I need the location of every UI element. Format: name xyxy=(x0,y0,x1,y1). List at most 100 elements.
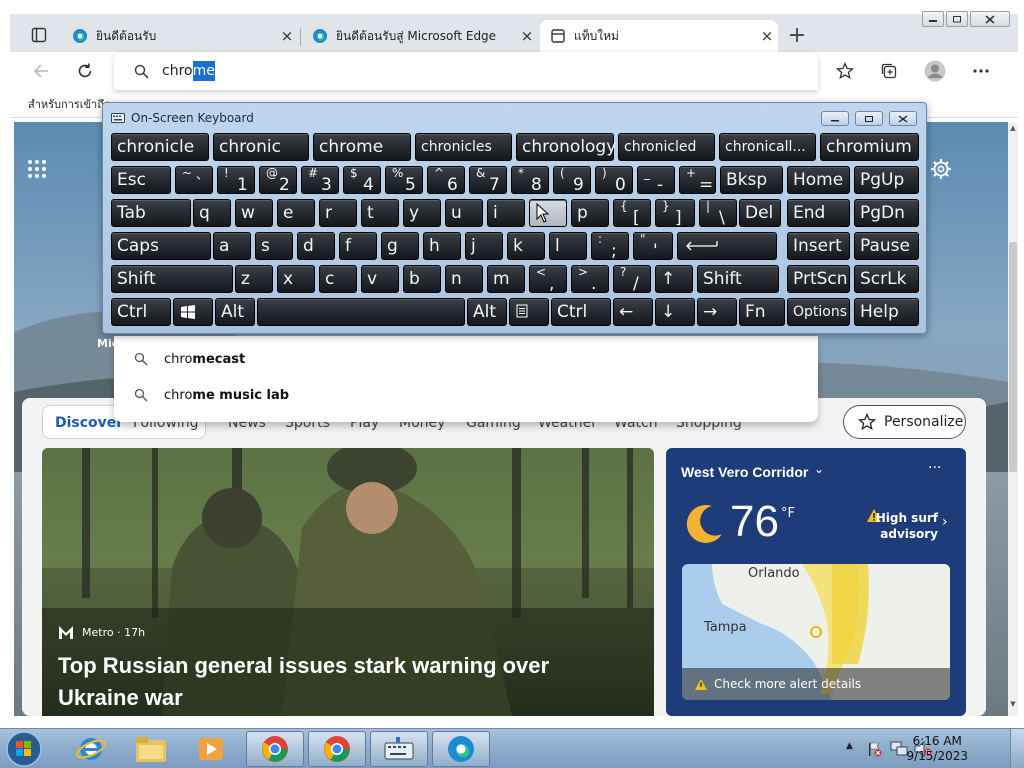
key[interactable]: ↑ xyxy=(655,265,693,293)
key[interactable]: <, xyxy=(529,265,567,294)
page-scrollbar[interactable]: ▲ ▼ xyxy=(1008,122,1018,716)
profile-avatar-icon[interactable] xyxy=(922,58,948,84)
key[interactable]: p xyxy=(571,199,609,227)
tab-welcome-edge[interactable]: ยินดีต้อนรับสู่ Microsoft Edge × xyxy=(302,20,538,52)
tab-welcome[interactable]: ยินดีต้อนรับ × xyxy=(62,20,298,52)
restore-icon[interactable] xyxy=(946,11,968,27)
minimize-icon[interactable] xyxy=(922,11,944,27)
prediction-key[interactable]: chronology xyxy=(516,133,616,161)
prediction-key[interactable]: chronicle xyxy=(111,133,209,161)
taskbar-chrome-2[interactable] xyxy=(308,731,366,767)
osk-minimize-icon[interactable] xyxy=(821,111,849,126)
key[interactable]: | \ xyxy=(699,199,737,228)
prediction-key[interactable]: chronicled xyxy=(618,133,715,161)
address-bar[interactable]: chro me xyxy=(114,52,818,90)
key[interactable]: + = xyxy=(679,166,716,195)
key[interactable]: Caps xyxy=(111,232,211,260)
key[interactable]: g xyxy=(381,232,419,260)
key[interactable]: m xyxy=(487,265,525,293)
space-key[interactable] xyxy=(257,298,465,326)
key[interactable]: (9 xyxy=(553,166,591,195)
news-article-card[interactable]: Metro · 17h Top Russian general issues s… xyxy=(42,448,654,716)
key[interactable]: PrtScn xyxy=(787,265,850,293)
key[interactable]: s xyxy=(255,232,293,260)
key[interactable]: r xyxy=(319,199,357,227)
enter-key[interactable] xyxy=(677,232,777,260)
address-input[interactable]: chro me xyxy=(162,61,215,81)
key[interactable]: }] xyxy=(655,199,695,228)
taskbar-file-explorer[interactable] xyxy=(122,731,180,767)
close-tab-icon[interactable]: × xyxy=(756,27,778,45)
key[interactable]: k xyxy=(507,232,545,260)
key[interactable]: * 8 xyxy=(511,166,549,195)
key[interactable]: t xyxy=(361,199,399,227)
key[interactable]: Shift xyxy=(697,265,779,293)
network-icon[interactable] xyxy=(890,741,908,757)
prediction-key[interactable]: chromium xyxy=(820,133,919,161)
osk-close-icon[interactable] xyxy=(889,111,917,126)
new-tab-button[interactable]: + xyxy=(784,22,810,48)
key[interactable]: Pause xyxy=(854,232,919,260)
key[interactable]: c xyxy=(319,265,357,293)
scroll-down-arrow-icon[interactable]: ▼ xyxy=(1009,700,1017,710)
key[interactable]: Tab xyxy=(111,199,191,227)
prediction-key[interactable]: chrome xyxy=(313,133,411,161)
key[interactable]: Alt xyxy=(215,298,255,326)
key[interactable]: End xyxy=(787,199,850,227)
alert-details-bar[interactable]: Check more alert details xyxy=(682,668,950,700)
show-desktop-button[interactable] xyxy=(1010,729,1024,768)
weather-map[interactable]: Orlando Tampa Check more alert details xyxy=(682,564,950,700)
key[interactable]: Ctrl xyxy=(551,298,611,326)
taskbar-on-screen-keyboard[interactable] xyxy=(370,731,428,767)
close-tab-icon[interactable]: × xyxy=(516,27,538,45)
tab-new-tab[interactable]: แท็บใหม่ × xyxy=(540,20,778,52)
collections-icon[interactable] xyxy=(876,58,902,84)
key[interactable]: Del xyxy=(739,199,781,227)
key[interactable]: ScrLk xyxy=(854,265,919,293)
key[interactable]: f xyxy=(339,232,377,260)
key[interactable]: u xyxy=(445,199,483,227)
key[interactable]: i xyxy=(487,199,525,227)
key[interactable]: {[ xyxy=(613,199,651,228)
back-icon[interactable] xyxy=(28,58,54,84)
key[interactable]: ? / xyxy=(613,265,651,294)
key[interactable]: ) 0 xyxy=(595,166,633,195)
key[interactable]: Bksp xyxy=(720,166,783,194)
weather-card[interactable]: West Vero Corridor ⌄ ··· 76 °F High surf… xyxy=(666,448,966,716)
weather-alert[interactable]: High surf advisory xyxy=(864,510,938,542)
key[interactable]: z xyxy=(235,265,273,293)
key[interactable]: h xyxy=(423,232,461,260)
key[interactable]: ! 1 xyxy=(217,166,255,195)
key[interactable]: % 5 xyxy=(385,166,423,195)
key[interactable]: e xyxy=(277,199,315,227)
key[interactable]: d xyxy=(297,232,335,260)
menu-key[interactable] xyxy=(509,298,549,326)
show-hidden-icons-icon[interactable]: ▲ xyxy=(846,741,853,751)
chevron-down-icon[interactable]: ⌄ xyxy=(814,462,824,476)
page-settings-gear-icon[interactable] xyxy=(930,158,952,180)
scroll-up-arrow-icon[interactable]: ▲ xyxy=(1009,124,1017,132)
key[interactable]: ↓ xyxy=(655,298,695,326)
key[interactable]: :; xyxy=(591,232,629,261)
start-button[interactable] xyxy=(2,731,46,767)
tab-discover[interactable]: Discover xyxy=(55,415,123,431)
key[interactable]: w xyxy=(235,199,273,227)
personalize-button[interactable]: Personalize xyxy=(843,405,966,439)
key[interactable]: " ' xyxy=(633,232,673,261)
key[interactable]: Fn xyxy=(739,298,785,326)
key[interactable]: >. xyxy=(571,265,609,294)
key[interactable]: ← xyxy=(613,298,653,326)
key[interactable]: n xyxy=(445,265,483,293)
key[interactable]: b xyxy=(403,265,441,293)
key[interactable]: Options xyxy=(787,298,850,326)
key[interactable]: l xyxy=(549,232,587,260)
prediction-key[interactable]: chronic xyxy=(213,133,309,161)
key[interactable]: q xyxy=(193,199,231,227)
prediction-key[interactable]: chronicall... xyxy=(719,133,816,161)
tab-actions-icon[interactable] xyxy=(26,22,52,48)
action-center-flag-icon[interactable] xyxy=(866,741,882,757)
key[interactable]: PgUp xyxy=(854,166,919,194)
key[interactable]: & 7 xyxy=(469,166,507,195)
article-headline[interactable]: Top Russian general issues stark warning… xyxy=(58,650,618,714)
key[interactable]: a xyxy=(213,232,251,260)
